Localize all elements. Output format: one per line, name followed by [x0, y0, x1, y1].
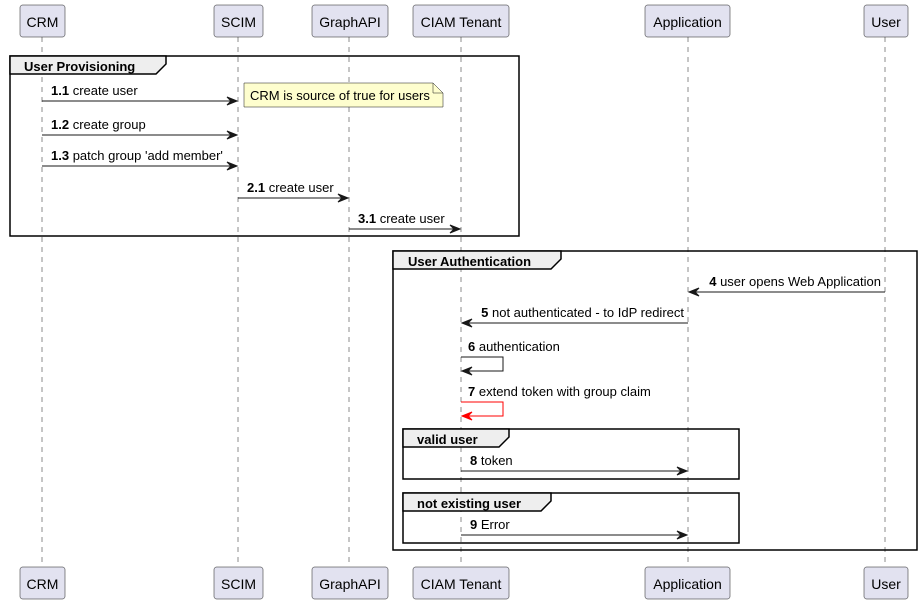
message-number: 8 — [470, 453, 477, 468]
participant-graphapi-bottom[interactable]: GraphAPI — [311, 566, 389, 600]
participant-label: GraphAPI — [319, 576, 380, 592]
message-number: 5 — [481, 305, 488, 320]
participant-user-bottom[interactable]: User — [863, 566, 909, 600]
participant-label: Application — [653, 14, 722, 30]
participant-label: User — [871, 576, 901, 592]
message-3-1[interactable]: 3.1 create user — [349, 211, 462, 234]
message-number: 1.1 — [51, 83, 69, 98]
participant-scim-top[interactable]: SCIM — [213, 4, 264, 38]
message-text: Error — [477, 517, 510, 532]
message-label: 7 extend token with group claim — [468, 384, 651, 399]
group-label: User Provisioning — [24, 59, 135, 74]
message-label: 8 token — [470, 453, 513, 468]
message-text: create group — [69, 117, 146, 132]
group-label: not existing user — [417, 496, 521, 511]
participant-ciam-bottom[interactable]: CIAM Tenant — [412, 566, 510, 600]
note: CRM is source of true for users — [243, 82, 444, 108]
participant-label: Application — [653, 576, 722, 592]
message-number: 3.1 — [358, 211, 376, 226]
message-label: 3.1 create user — [358, 211, 445, 226]
message-number: 9 — [470, 517, 477, 532]
message-text: authentication — [475, 339, 560, 354]
message-2-1[interactable]: 2.1 create user — [238, 180, 350, 203]
participant-application-bottom[interactable]: Application — [644, 566, 731, 600]
message-9[interactable]: 9 Error — [461, 517, 689, 540]
participant-crm-bottom[interactable]: CRM — [19, 566, 66, 600]
message-text: extend token with group claim — [475, 384, 651, 399]
message-text: create user — [69, 83, 138, 98]
participant-label: CIAM Tenant — [421, 576, 502, 592]
message-number: 7 — [468, 384, 475, 399]
message-4[interactable]: 4 user opens Web Application — [687, 274, 885, 297]
participant-label: CRM — [27, 576, 59, 592]
message-label: 6 authentication — [468, 339, 560, 354]
message-number: 2.1 — [247, 180, 265, 195]
message-label: 5 not authenticated - to IdP redirect — [481, 305, 684, 320]
participant-application-top[interactable]: Application — [644, 4, 731, 38]
participant-graphapi-top[interactable]: GraphAPI — [311, 4, 389, 38]
participant-user-top[interactable]: User — [863, 4, 909, 38]
message-1-3[interactable]: 1.3 patch group 'add member' — [42, 148, 239, 171]
message-1-2[interactable]: 1.2 create group — [42, 117, 239, 140]
participant-label: GraphAPI — [319, 14, 380, 30]
note-text: CRM is source of true for users — [250, 88, 430, 103]
message-text: user opens Web Application — [716, 274, 881, 289]
message-label: 2.1 create user — [247, 180, 334, 195]
message-label: 4 user opens Web Application — [709, 274, 881, 289]
group-label: valid user — [417, 432, 478, 447]
participant-ciam-top[interactable]: CIAM Tenant — [412, 4, 510, 38]
sequence-diagram: CRM SCIM GraphAPI CIAM Tenant Applicatio… — [9, 4, 918, 600]
participant-label: CRM — [27, 14, 59, 30]
participant-label: SCIM — [221, 576, 256, 592]
message-number: 6 — [468, 339, 475, 354]
participant-label: SCIM — [221, 14, 256, 30]
message-text: create user — [265, 180, 334, 195]
participant-label: User — [871, 14, 901, 30]
messages: 1.1 create user 1.2 create group 1.3 patch… — [42, 83, 885, 540]
message-number: 1.3 — [51, 148, 69, 163]
participant-scim-bottom[interactable]: SCIM — [213, 566, 264, 600]
message-label: 1.1 create user — [51, 83, 138, 98]
message-7[interactable]: 7 extend token with group claim — [460, 384, 651, 421]
group-label: User Authentication — [408, 254, 531, 269]
message-1-1[interactable]: 1.1 create user — [42, 83, 239, 106]
message-6[interactable]: 6 authentication — [460, 339, 560, 376]
message-text: token — [477, 453, 512, 468]
message-text: not authenticated - to IdP redirect — [488, 305, 684, 320]
message-label: 1.3 patch group 'add member' — [51, 148, 223, 163]
message-5[interactable]: 5 not authenticated - to IdP redirect — [460, 305, 688, 328]
message-text: patch group 'add member' — [69, 148, 223, 163]
message-number: 1.2 — [51, 117, 69, 132]
participant-crm-top[interactable]: CRM — [19, 4, 66, 38]
message-8[interactable]: 8 token — [461, 453, 689, 476]
message-text: create user — [376, 211, 445, 226]
participant-label: CIAM Tenant — [421, 14, 502, 30]
message-label: 9 Error — [470, 517, 510, 532]
message-label: 1.2 create group — [51, 117, 146, 132]
